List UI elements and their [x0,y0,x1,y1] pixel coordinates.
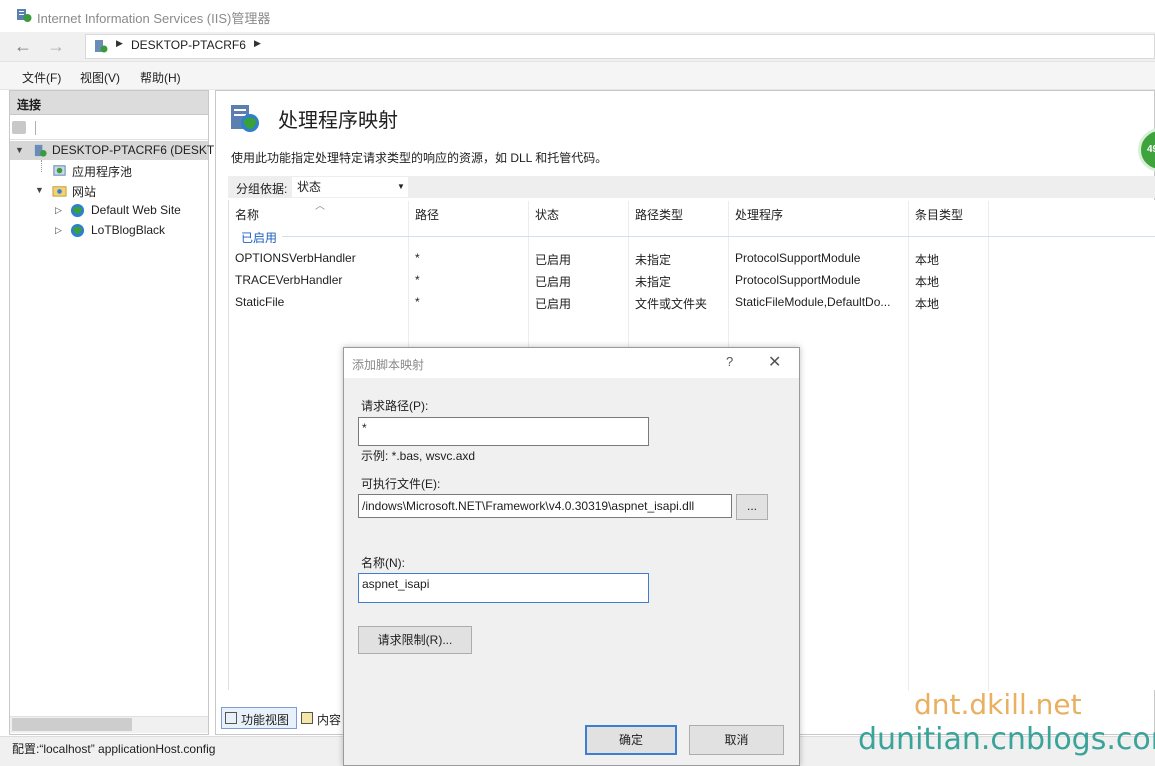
handler-mappings-icon [231,105,259,132]
connections-toolbar [10,116,208,140]
menu-file[interactable]: 文件(F) [22,69,61,86]
executable-input[interactable]: /indows\Microsoft.NET\Framework\v4.0.303… [358,494,732,518]
table-cell-name[interactable]: TRACEVerbHandler [235,273,342,287]
ok-button[interactable]: 确定 [585,725,677,755]
iis-app-icon [17,9,32,22]
table-cell-name[interactable]: OPTIONSVerbHandler [235,251,356,265]
tree-item-app-pools[interactable]: 应用程序池 [72,163,132,180]
table-cell-entry-type: 本地 [915,297,940,311]
table-cell-handler: StaticFileModule,DefaultDo... [735,295,891,309]
app-pool-icon [53,165,66,176]
column-header-path-type[interactable]: 路径类型 [635,206,683,223]
watermark-line1: dnt.dkill.net [914,688,1082,721]
browse-button[interactable]: ... [736,494,768,520]
column-header-entry-type[interactable]: 条目类型 [915,206,963,223]
connections-title: 连接 [17,98,42,112]
content-view-icon [301,712,313,724]
connect-icon[interactable] [12,121,26,134]
cancel-button[interactable]: 取消 [689,725,784,755]
tree-collapse-icon[interactable]: ▷ [55,225,62,236]
page-title: 处理程序映射 [278,110,398,132]
status-text: 配置:“localhost” applicationHost.config [12,742,216,756]
table-cell-name[interactable]: StaticFile [235,295,284,309]
help-button[interactable]: ? [726,354,733,369]
table-cell-handler: ProtocolSupportModule [735,251,861,265]
table-cell-path: * [415,251,420,265]
table-cell-path: * [415,273,420,287]
tree-item-server[interactable]: DESKTOP-PTACRF6 (DESKT [52,143,214,157]
folder-icon [52,186,67,197]
table-cell-state: 已启用 [535,275,572,289]
menu-view[interactable]: 视图(V) [80,69,120,86]
request-path-example: 示例: *.bas, wsvc.axd [361,449,476,463]
column-header-path[interactable]: 路径 [415,206,439,223]
request-path-label: 请求路径(P): [361,399,429,413]
request-path-input[interactable]: * [358,417,649,446]
table-cell-entry-type: 本地 [915,275,940,289]
table-cell-path-type: 未指定 [635,253,672,267]
column-header-name[interactable]: 名称 [235,206,259,223]
watermark-line2: dunitian.cnblogs.com [858,722,1155,757]
group-header[interactable]: 已启用 [241,229,277,246]
group-divider [282,236,1155,237]
column-header-handler[interactable]: 处理程序 [735,206,783,223]
breadcrumb-server[interactable]: DESKTOP-PTACRF6 [131,38,246,52]
tree-item-lotblogblack[interactable]: LoTBlogBlack [91,223,165,237]
column-header-state[interactable]: 状态 [535,206,559,223]
name-label: 名称(N): [361,556,405,570]
executable-label: 可执行文件(E): [361,477,441,491]
table-cell-path: * [415,295,420,309]
feature-description: 使用此功能指定处理特定请求类型的响应的资源，如 DLL 和托管代码。 [231,151,608,165]
server-icon [34,144,47,157]
breadcrumb-arrow-icon[interactable]: ▶ [254,38,261,49]
tree-item-sites[interactable]: 网站 [72,183,96,200]
sort-ascending-icon: ︿ [315,201,325,212]
scrollbar-thumb[interactable] [12,718,132,731]
breadcrumb-arrow-icon[interactable]: ▶ [116,38,123,49]
toolbar-separator [35,121,36,135]
table-cell-path-type: 未指定 [635,275,672,289]
tree-line [41,160,42,172]
name-input[interactable]: aspnet_isapi [358,573,649,603]
tree-collapse-icon[interactable]: ▷ [55,205,62,216]
tab-content-view-label[interactable]: 内容 [317,711,341,728]
features-view-icon [225,712,237,724]
globe-icon [70,203,85,218]
close-icon[interactable]: ✕ [768,352,781,372]
table-cell-entry-type: 本地 [915,253,940,267]
tree-expand-icon[interactable]: ▼ [15,145,24,155]
menu-help[interactable]: 帮助(H) [140,69,181,86]
tab-features-view-label[interactable]: 功能视图 [241,711,289,728]
chevron-down-icon[interactable]: ▼ [397,182,405,191]
dialog-title: 添加脚本映射 [352,358,425,372]
table-cell-path-type: 文件或文件夹 [635,297,708,311]
tree-item-default-web-site[interactable]: Default Web Site [91,203,181,217]
window-title: Internet Information Services (IIS)管理器 [37,11,271,26]
request-restrictions-button[interactable]: 请求限制(R)... [358,626,472,654]
tree-expand-icon[interactable]: ▼ [35,185,44,195]
table-cell-state: 已启用 [535,253,572,267]
column-separator [988,201,989,691]
server-icon [95,40,108,53]
group-by-select[interactable]: 状态 [292,177,408,197]
globe-icon [70,223,85,238]
column-separator [908,201,909,691]
back-button[interactable]: ← [9,37,37,57]
table-cell-state: 已启用 [535,297,572,311]
forward-button[interactable]: → [42,37,70,57]
table-cell-handler: ProtocolSupportModule [735,273,861,287]
group-by-label: 分组依据: [236,182,288,196]
